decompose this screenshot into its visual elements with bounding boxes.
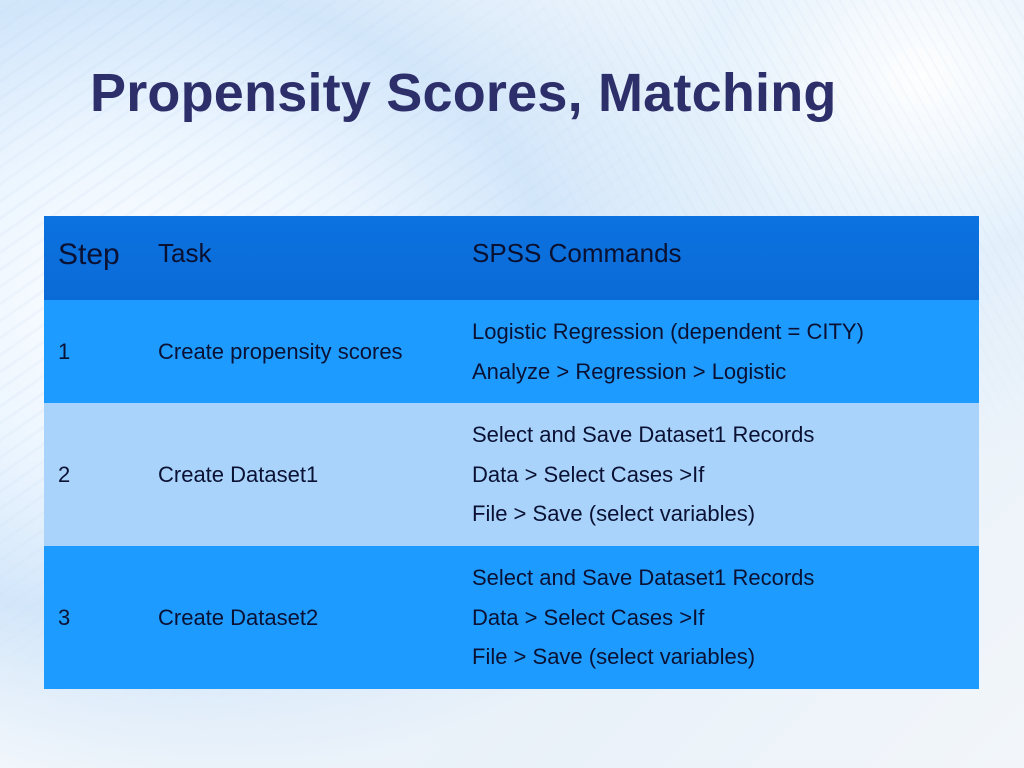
cmd-line: Logistic Regression (dependent = CITY) [472, 312, 965, 352]
table-row: 1 Create propensity scores Logistic Regr… [44, 300, 979, 403]
steps-table: Step Task SPSS Commands 1 Create propens… [44, 216, 979, 689]
slide-title: Propensity Scores, Matching [0, 0, 1024, 124]
table-header-row: Step Task SPSS Commands [44, 216, 979, 300]
table-row: 3 Create Dataset2 Select and Save Datase… [44, 546, 979, 689]
cmd-line: File > Save (select variables) [472, 494, 965, 534]
table-row: 2 Create Dataset1 Select and Save Datase… [44, 403, 979, 546]
cmd-line: Analyze > Regression > Logistic [472, 352, 965, 392]
cmd-line: File > Save (select variables) [472, 637, 965, 677]
col-header-commands: SPSS Commands [458, 216, 979, 300]
cmd-line: Data > Select Cases >If [472, 455, 965, 495]
col-header-task: Task [144, 216, 458, 300]
cell-task: Create Dataset2 [144, 546, 458, 689]
cell-step: 2 [44, 403, 144, 546]
cmd-line: Data > Select Cases >If [472, 598, 965, 638]
cmd-line: Select and Save Dataset1 Records [472, 415, 965, 455]
cell-step: 1 [44, 300, 144, 403]
cell-task: Create Dataset1 [144, 403, 458, 546]
cmd-line: Select and Save Dataset1 Records [472, 558, 965, 598]
cell-task: Create propensity scores [144, 300, 458, 403]
cell-commands: Select and Save Dataset1 Records Data > … [458, 403, 979, 546]
cell-step: 3 [44, 546, 144, 689]
cell-commands: Logistic Regression (dependent = CITY) A… [458, 300, 979, 403]
slide: Propensity Scores, Matching Step Task SP… [0, 0, 1024, 768]
col-header-step: Step [44, 216, 144, 300]
cell-commands: Select and Save Dataset1 Records Data > … [458, 546, 979, 689]
